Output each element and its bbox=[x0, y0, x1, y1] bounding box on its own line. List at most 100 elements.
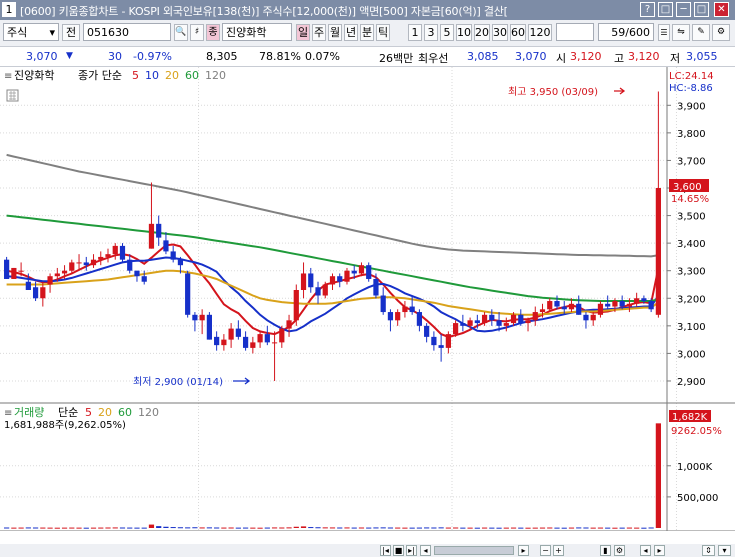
zoom-in-icon[interactable]: + bbox=[553, 545, 564, 556]
legend-ma60[interactable]: 60 bbox=[185, 69, 199, 82]
volume-bar bbox=[612, 527, 618, 529]
speaker-icon[interactable]: ♯ bbox=[190, 24, 204, 41]
volume-bar bbox=[641, 527, 647, 529]
chart-settings-icon[interactable]: ⚙ bbox=[614, 545, 625, 556]
title-bar: 1 [0600] 키움종합차트 - KOSPI 외국인보유[138(천)] 주식… bbox=[0, 0, 735, 20]
tools-icon[interactable]: ✎ bbox=[692, 24, 710, 41]
period-month-button[interactable]: 월 bbox=[328, 24, 342, 41]
interval-60-button[interactable]: 60 bbox=[510, 24, 526, 41]
chart-area[interactable]: 3,900 3,800 3,700 3,600 3,500 3,400 3,300 3,200… bbox=[0, 67, 735, 531]
price-tick-label: 3,200 bbox=[677, 294, 706, 305]
search-icon[interactable]: 🔍 bbox=[174, 24, 188, 41]
legend-ma20[interactable]: 20 bbox=[165, 69, 179, 82]
volume-bar bbox=[214, 527, 220, 529]
volume-legend-ma-label[interactable]: 단순 bbox=[58, 406, 78, 419]
count-field[interactable]: 59/600 bbox=[598, 23, 654, 41]
volume-bar bbox=[583, 527, 589, 529]
volume-bar bbox=[648, 527, 654, 529]
volume-bar bbox=[416, 527, 423, 529]
candle-body bbox=[40, 287, 46, 299]
interval-5-button[interactable]: 5 bbox=[440, 24, 454, 41]
chart-type-icon[interactable]: ▮ bbox=[600, 545, 611, 556]
volume-legend-ma120[interactable]: 120 bbox=[138, 406, 159, 419]
candle-body bbox=[438, 345, 444, 348]
turnover-percent: 0.07% bbox=[305, 50, 340, 63]
stock-name-field: 진양화학 bbox=[222, 23, 292, 41]
interval-120-button[interactable]: 120 bbox=[528, 24, 552, 41]
volume-bar bbox=[141, 527, 147, 529]
volume-legend-ma5[interactable]: 5 bbox=[85, 406, 92, 419]
zoom-icon[interactable]: ⇋ bbox=[672, 24, 690, 41]
interval-3-button[interactable]: 3 bbox=[424, 24, 438, 41]
period-minute-button[interactable]: 분 bbox=[360, 24, 374, 41]
legend-stock-name[interactable]: 진양화학 bbox=[14, 69, 54, 82]
candle-body bbox=[510, 314, 517, 324]
scroll-end-left-icon[interactable]: ◂ bbox=[640, 545, 651, 556]
zoom-out-icon[interactable]: − bbox=[540, 545, 551, 556]
volume-bar bbox=[547, 527, 553, 529]
volume-bar bbox=[539, 527, 546, 529]
volume-bar bbox=[134, 527, 140, 529]
scroll-bar[interactable]: |◂ ■ ▸| ◂ ▸ − + ▮ ⚙ ◂ ▸ ⇕ ▾ bbox=[0, 544, 735, 557]
interval-custom-input[interactable] bbox=[556, 23, 594, 41]
candle-body bbox=[134, 270, 140, 277]
volume-legend-ma60[interactable]: 60 bbox=[118, 406, 132, 419]
candle-body bbox=[11, 267, 17, 279]
candle-body bbox=[568, 303, 575, 310]
scroll-stop-icon[interactable]: ■ bbox=[393, 545, 404, 556]
volume-legend-name[interactable]: 거래량 bbox=[14, 406, 44, 419]
price-tick-label: 3,100 bbox=[677, 322, 706, 333]
volume-legend-ma20[interactable]: 20 bbox=[98, 406, 112, 419]
legend-ma10[interactable]: 10 bbox=[145, 69, 159, 82]
legend-ma120[interactable]: 120 bbox=[205, 69, 226, 82]
scroll-left-icon[interactable]: ◂ bbox=[420, 545, 431, 556]
candle-body bbox=[206, 314, 212, 340]
interval-1-button[interactable]: 1 bbox=[408, 24, 422, 41]
interval-10-button[interactable]: 10 bbox=[456, 24, 472, 41]
candle-body bbox=[525, 320, 531, 324]
code-input[interactable]: 051630 bbox=[83, 23, 171, 41]
market-select[interactable]: 주식 ▾ bbox=[3, 23, 59, 41]
chevron-down-icon: ▾ bbox=[49, 26, 55, 39]
volume-bar bbox=[634, 527, 640, 529]
help-button[interactable]: ? bbox=[640, 2, 655, 17]
scroll-end-right-icon[interactable]: ▸ bbox=[654, 545, 665, 556]
period-week-button[interactable]: 주 bbox=[312, 24, 326, 41]
close-button[interactable]: ✕ bbox=[714, 2, 729, 17]
period-day-button[interactable]: 일 bbox=[296, 24, 310, 41]
volume-bar bbox=[503, 527, 509, 529]
maximize-button[interactable]: □ bbox=[694, 2, 709, 17]
candle-body bbox=[612, 301, 618, 307]
minimize-button[interactable]: ─ bbox=[676, 2, 691, 17]
interval-20-button[interactable]: 20 bbox=[474, 24, 490, 41]
current-price: 3,070 bbox=[26, 50, 58, 63]
scroll-right-icon[interactable]: ▸ bbox=[518, 545, 529, 556]
candle-body bbox=[61, 270, 68, 274]
scroll-track[interactable] bbox=[434, 546, 514, 555]
scroll-last-icon[interactable]: ▸| bbox=[406, 545, 417, 556]
menu-icon[interactable]: ☰ bbox=[658, 24, 670, 41]
candle-body bbox=[47, 276, 53, 285]
period-year-button[interactable]: 년 bbox=[344, 24, 358, 41]
prev-button[interactable]: 전 bbox=[62, 24, 80, 41]
volume-bar bbox=[119, 527, 126, 529]
candle-body bbox=[69, 262, 75, 271]
scroll-first-icon[interactable]: |◂ bbox=[380, 545, 391, 556]
expand-icon[interactable]: ⇕ bbox=[702, 545, 715, 556]
price-chart[interactable]: 3,900 3,800 3,700 3,600 3,500 3,400 3,300 3,200… bbox=[0, 67, 735, 531]
name-badge[interactable]: 종 bbox=[206, 24, 220, 41]
best-quote-label: 최우선 bbox=[418, 52, 449, 65]
legend-ma5[interactable]: 5 bbox=[132, 69, 139, 82]
period-tick-button[interactable]: 틱 bbox=[376, 24, 390, 41]
interval-30-button[interactable]: 30 bbox=[492, 24, 508, 41]
candle-body bbox=[112, 245, 118, 255]
collapse-icon[interactable]: ▾ bbox=[718, 545, 731, 556]
volume-value: 8,305 bbox=[206, 50, 238, 63]
volume-bar bbox=[271, 527, 278, 529]
volume-bar bbox=[127, 527, 133, 529]
restore-button[interactable]: □ bbox=[658, 2, 673, 17]
settings-icon[interactable]: ⚙ bbox=[712, 24, 730, 41]
volume-bar bbox=[510, 527, 517, 529]
legend-ma-label[interactable]: 종가 단순 bbox=[78, 69, 122, 82]
candle-body bbox=[619, 301, 625, 307]
